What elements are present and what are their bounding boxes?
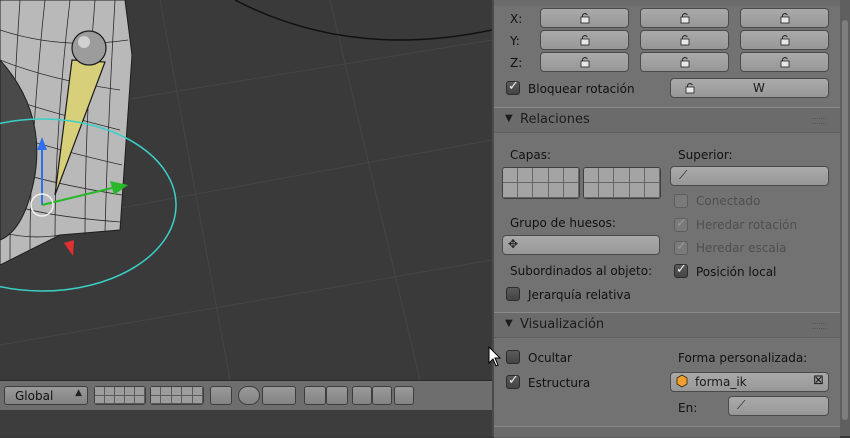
lock-location-x-button[interactable] [540,8,629,28]
drag-handle-icon[interactable] [812,118,826,124]
lock-rotation-y-button[interactable] [640,30,729,50]
lock-icon [580,57,589,68]
viewport-layers-b[interactable] [150,386,204,405]
layers-label: Capas: [510,148,551,162]
bone-layers-a[interactable] [502,167,580,199]
axis-label-x: X: [510,12,523,26]
bone-group-icon: ✥ [508,237,519,251]
wire-checkbox[interactable]: ✓ [506,373,520,389]
lock-rotation-z-button[interactable] [640,52,729,72]
lock-icon [580,35,589,46]
inherit-scale-label: Heredar escala [696,241,787,255]
inherit-rotation-label: Heredar rotación [696,218,798,232]
bone-group-field[interactable]: ✥ [502,235,660,255]
bone-icon: ⟋ [737,398,746,412]
orientation-value: Global [15,389,54,403]
proportional-edit-icon[interactable] [238,386,260,405]
connected-label: Conectado [696,194,761,208]
at-label: En: [678,401,698,415]
bone-group-label: Grupo de huesos: [510,216,616,230]
lock-location-y-button[interactable] [540,30,629,50]
viewport-layers-a[interactable] [94,386,146,405]
clear-icon[interactable]: ⊠ [813,373,824,388]
parent-label: Superior: [678,148,733,162]
axis-label-y: Y: [510,34,520,48]
viewport-header: Global ▲ [0,380,492,411]
check-icon: ✓ [508,373,519,388]
lock-icon [680,35,689,46]
local-location-label: Posición local [696,265,777,279]
render-animation-icon[interactable] [326,386,348,405]
custom-shape-label: Forma personalizada: [678,351,808,365]
bone-head [71,30,107,66]
scrollbar-thumb[interactable] [842,20,848,420]
mouse-cursor-icon [488,346,502,367]
lock-location-z-button[interactable] [540,52,629,72]
lock-icon [680,57,689,68]
at-bone-field[interactable]: ⟋ [728,396,829,416]
lock-icon [780,13,789,24]
inherit-scale-checkbox[interactable]: ✓ [674,239,688,255]
inherit-rotation-checkbox[interactable]: ✓ [674,216,688,232]
bone-icon: ⟋ [679,168,688,182]
paste-flipped-pose-icon[interactable] [394,386,414,405]
wire-label: Estructura [528,376,591,390]
lock-scale-z-button[interactable] [740,52,829,72]
snap-icon[interactable] [262,386,296,405]
display-header[interactable]: ▼ Visualización [494,312,840,338]
custom-shape-field[interactable]: forma_ik ⊠ [670,372,829,392]
3d-viewport[interactable] [0,0,492,380]
local-location-checkbox[interactable]: ✓ [674,262,688,278]
properties-panel: X: Y: Z: ✓ Bloquear rotación W ▼ Relacio… [492,0,840,438]
chevron-updown-icon: ▲ [75,388,82,398]
hide-label: Ocultar [528,351,572,365]
relations-title: Relaciones [520,112,590,127]
relative-parenting-checkbox[interactable] [506,287,520,301]
rotation-mode-value: W [753,81,765,95]
relative-parenting-label: Jerarquía relativa [528,288,631,302]
display-title: Visualización [520,317,605,332]
check-icon: ✓ [676,239,687,254]
collapse-triangle-icon: ▼ [505,318,513,329]
lock-rotation-label: Bloquear rotación [528,82,635,96]
collapse-triangle-icon: ▼ [505,113,513,124]
paste-pose-icon[interactable] [372,386,392,405]
drag-handle-icon[interactable] [812,323,826,329]
lock-icon [680,13,689,24]
object-children-label: Subordinados al objeto: [510,264,653,278]
bone-layers-b[interactable] [583,167,661,199]
check-icon: ✓ [676,216,687,231]
relations-header[interactable]: ▼ Relaciones [494,107,840,133]
connected-checkbox[interactable] [674,194,688,208]
lock-layers-icon[interactable] [210,386,232,405]
axis-label-z: Z: [510,56,523,70]
lock-scale-x-button[interactable] [740,8,829,28]
viewport-footer [0,410,492,436]
hide-checkbox[interactable] [506,350,520,364]
properties-scrollbar[interactable] [840,0,850,436]
object-icon [676,374,688,388]
x-axis-arrow [64,240,74,256]
lock-icon [780,35,789,46]
copy-pose-icon[interactable] [352,386,372,405]
orientation-select[interactable]: Global ▲ [4,386,88,405]
viewport-scene [0,0,492,380]
lock-scale-y-button[interactable] [740,30,829,50]
lock-rotation-x-button[interactable] [640,8,729,28]
check-icon: ✓ [508,79,519,94]
rotation-mode-field[interactable]: W [670,78,829,98]
next-section-header[interactable] [494,426,840,438]
column-header-strip [494,0,840,6]
render-icon[interactable] [304,386,326,405]
parent-field[interactable]: ⟋ [670,166,829,186]
check-icon: ✓ [676,262,687,277]
lock-icon [580,13,589,24]
lock-icon [685,83,695,94]
lock-rotation-checkbox[interactable]: ✓ [506,79,520,95]
custom-shape-value: forma_ik [695,375,747,389]
lock-icon [780,57,789,68]
